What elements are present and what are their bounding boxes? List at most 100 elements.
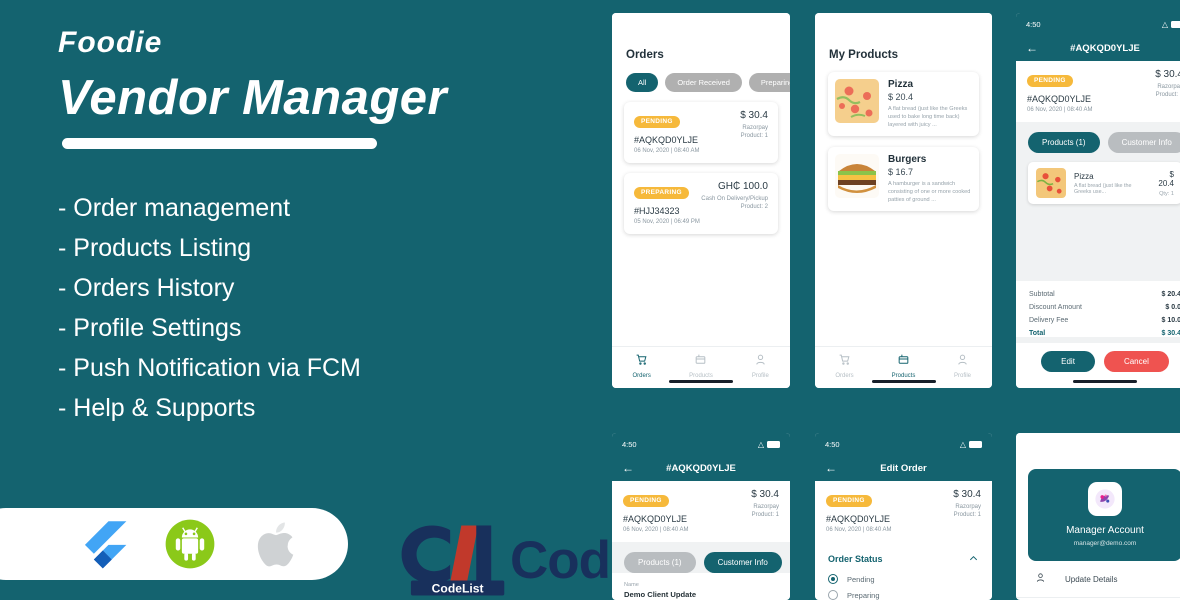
order-product-count: Product: 2 bbox=[740, 204, 768, 210]
order-filter-chips: All Order Received Preparing bbox=[612, 61, 790, 92]
product-card[interactable]: Burgers $ 16.7 A hamburger is a sandwich… bbox=[828, 147, 979, 211]
status-badge: PENDING bbox=[826, 494, 872, 507]
status-option-preparing[interactable]: Preparing bbox=[815, 587, 992, 600]
status-bar: 4:50 △ bbox=[1016, 13, 1180, 35]
line-item-amount: $ 20.4 bbox=[1158, 169, 1174, 188]
order-status-header[interactable]: Order Status bbox=[815, 542, 992, 571]
order-payment-method: Razorpay bbox=[955, 504, 981, 510]
home-indicator bbox=[871, 380, 936, 383]
menu-item-update-details[interactable]: Update Details bbox=[1016, 561, 1180, 598]
nav-item-profile[interactable]: Profile bbox=[731, 353, 790, 379]
section-title: Order Status bbox=[828, 553, 883, 564]
total-value: $ 20.4 bbox=[1161, 291, 1180, 298]
tab-customer-info[interactable]: Customer Info bbox=[1107, 132, 1180, 153]
status-time: 4:50 bbox=[622, 19, 637, 29]
wifi-icon: △ bbox=[959, 19, 966, 29]
arrow-left-icon[interactable]: ← bbox=[1026, 42, 1038, 54]
chevron-up-icon[interactable] bbox=[968, 553, 979, 564]
edit-button[interactable]: Edit bbox=[1041, 351, 1095, 372]
total-value: $ 10.0 bbox=[1161, 317, 1180, 324]
codelist-logo-icon: CodeList bbox=[401, 525, 505, 596]
product-card[interactable]: Pizza $ 20.4 A flat bread (just like the… bbox=[828, 72, 979, 136]
account-name: Manager Account bbox=[1066, 525, 1144, 536]
nav-item-profile[interactable]: Profile bbox=[933, 353, 992, 379]
status-label: Pending bbox=[847, 574, 875, 584]
title-underline-rule bbox=[62, 138, 377, 149]
status-badge: PREPARING bbox=[634, 186, 689, 199]
radio-button[interactable] bbox=[828, 590, 838, 600]
page-title: Vendor Manager bbox=[58, 71, 448, 125]
line-item-text: Pizza A flat bread (just like the Greeks… bbox=[1074, 172, 1148, 195]
pizza-image bbox=[835, 79, 879, 123]
order-card[interactable]: PREPARING #HJJ34323 05 Nov, 2020 | 06:49… bbox=[624, 173, 778, 234]
platform-badges bbox=[0, 508, 348, 580]
order-product-count: Product: 1 bbox=[740, 133, 768, 139]
status-time: 4:50 bbox=[825, 439, 840, 449]
wifi-icon: △ bbox=[1161, 19, 1168, 29]
tab-products[interactable]: Products (1) bbox=[1028, 132, 1100, 153]
tab-customer-info[interactable]: Customer Info bbox=[703, 552, 782, 573]
total-label: Delivery Fee bbox=[1029, 317, 1069, 324]
total-label: Total bbox=[1029, 330, 1046, 337]
order-product-count: Product: 1 bbox=[953, 512, 981, 518]
status-label: Preparing bbox=[847, 590, 880, 600]
pizza-photo bbox=[1036, 168, 1066, 198]
nav-label-profile: Profile bbox=[953, 373, 971, 379]
total-row-delivery-fee: Delivery Fee $ 10.0 bbox=[1029, 317, 1180, 324]
feature-item: - Help & Supports bbox=[58, 394, 256, 422]
cancel-button[interactable]: Cancel bbox=[1103, 351, 1169, 372]
phone-orders-screen: 4:50 △ Orders All Order Received Prepari… bbox=[612, 13, 790, 388]
order-summary-left: PENDING #AQKQD0YLJE 06 Nov, 2020 | 08:40… bbox=[623, 489, 689, 533]
filter-chip-order-received[interactable]: Order Received bbox=[665, 73, 742, 92]
order-summary-header: PENDING #AQKQD0YLJE 06 Nov, 2020 | 08:40… bbox=[1016, 61, 1180, 122]
screen-title: Orders bbox=[626, 49, 664, 61]
status-bar: 4:50 △ bbox=[815, 433, 992, 455]
app-bar: ← Edit Order bbox=[815, 455, 992, 481]
customer-info-fields: Name Demo Client Update Delivery Address… bbox=[612, 573, 790, 600]
nav-item-products[interactable]: Products bbox=[874, 353, 933, 379]
phone-edit-order-screen: 4:50 △ ← Edit Order PENDING #AQKQD0YLJE … bbox=[815, 433, 992, 600]
order-id: #HJJ34323 bbox=[634, 206, 680, 216]
tab-products[interactable]: Products (1) bbox=[624, 552, 696, 573]
line-item[interactable]: Pizza A flat bread (just like the Greeks… bbox=[1028, 162, 1180, 204]
status-time: 4:50 bbox=[1026, 19, 1041, 29]
order-summary-header: PENDING #AQKQD0YLJE 06 Nov, 2020 | 08:40… bbox=[815, 481, 992, 542]
product-price: $ 16.7 bbox=[888, 167, 914, 177]
status-time: 4:50 bbox=[622, 439, 637, 449]
profile-menu: Update Details Change Password bbox=[1016, 561, 1180, 600]
nav-item-products[interactable]: Products bbox=[671, 353, 730, 379]
cart-icon bbox=[636, 354, 647, 365]
arrow-left-icon[interactable]: ← bbox=[825, 462, 837, 474]
product-price: $ 20.4 bbox=[888, 92, 914, 102]
filter-chip-all[interactable]: All bbox=[626, 73, 659, 92]
battery-icon bbox=[1171, 440, 1180, 448]
detail-tabs: Products (1) Customer Info bbox=[612, 542, 790, 573]
app-bar: ← #AQKQD0YLJE bbox=[1016, 35, 1180, 61]
order-amount: $ 30.4 bbox=[740, 110, 768, 121]
app-bar: ← #AQKQD0YLJE bbox=[612, 455, 790, 481]
order-payment-method: Cash On Delivery/Pickup bbox=[701, 196, 768, 202]
status-option-pending[interactable]: Pending bbox=[815, 571, 992, 587]
field-value: Demo Client Update bbox=[624, 590, 697, 599]
battery-icon bbox=[1171, 20, 1180, 28]
menu-item-label: Update Details bbox=[1065, 574, 1118, 584]
status-indicators: △ bbox=[1162, 20, 1180, 29]
status-bar: 4:50 △ bbox=[1016, 433, 1180, 455]
order-summary-right: $ 30.4 Razorpay Product: 1 bbox=[953, 489, 981, 518]
box-icon bbox=[898, 354, 909, 364]
nav-item-orders[interactable]: Orders bbox=[612, 353, 671, 379]
order-payment-method: Razorpay bbox=[742, 125, 768, 131]
nav-item-orders[interactable]: Orders bbox=[815, 353, 874, 379]
status-time: 4:50 bbox=[825, 19, 840, 29]
filter-chip-preparing[interactable]: Preparing bbox=[748, 73, 790, 92]
product-name: Pizza bbox=[888, 79, 914, 90]
order-id: #AQKQD0YLJE bbox=[826, 514, 891, 524]
line-items-list: Pizza A flat bread (just like the Greeks… bbox=[1016, 162, 1180, 214]
status-bar: 4:50 △ bbox=[612, 433, 790, 455]
order-amount: GH₵ 100.0 bbox=[717, 181, 768, 192]
product-name: Burgers bbox=[888, 154, 927, 165]
order-card-right: $ 30.4 Razorpay Product: 1 bbox=[740, 110, 768, 139]
order-card[interactable]: PENDING #AQKQD0YLJE 06 Nov, 2020 | 08:40… bbox=[624, 102, 778, 163]
radio-button[interactable] bbox=[828, 574, 838, 584]
arrow-left-icon[interactable]: ← bbox=[622, 462, 634, 474]
